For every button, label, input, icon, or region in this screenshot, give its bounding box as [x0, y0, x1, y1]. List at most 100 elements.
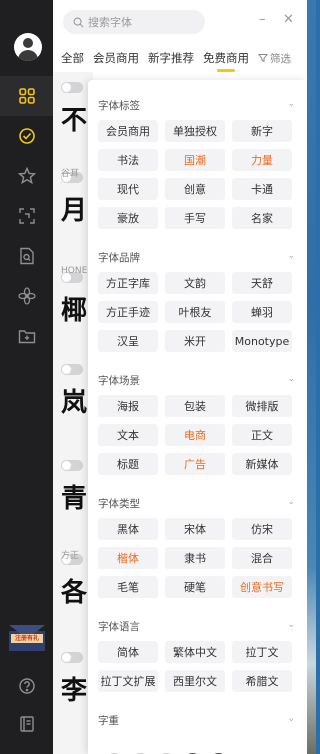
filter-chip[interactable]: 黑体 [98, 518, 158, 540]
filter-chip[interactable]: 包装 [165, 395, 225, 417]
filter-chip[interactable]: 广告 [165, 453, 225, 475]
help-icon[interactable] [0, 666, 53, 706]
search-input[interactable]: 搜索字体 [63, 10, 205, 34]
filter-chip[interactable]: 简体 [98, 641, 158, 663]
filter-chip[interactable]: 文韵 [165, 272, 225, 294]
filter-chip[interactable]: 隶书 [165, 547, 225, 569]
filter-chip[interactable]: 标题 [98, 453, 158, 475]
filter-chip[interactable]: 宋体 [165, 518, 225, 540]
font-preview[interactable]: 不 [61, 100, 87, 137]
filter-chip[interactable]: 蝉羽 [232, 301, 292, 323]
font-app-window: 注册有礼 搜索字体 – ✕ 全部 会员商用 新字推荐 免费商用 筛选 不 谷耳 … [0, 0, 307, 754]
filter-chip[interactable]: 硬笔 [165, 576, 225, 598]
filter-chip[interactable]: 豪放 [98, 207, 158, 229]
section-title: 字体品牌 [98, 252, 140, 264]
register-gift-promo[interactable]: 注册有礼 [9, 625, 45, 653]
filter-chip[interactable]: 新字 [232, 120, 292, 142]
section-title: 字体类型 [98, 498, 140, 510]
filter-icon [258, 54, 268, 63]
scan-icon[interactable] [0, 196, 53, 236]
star-icon[interactable] [0, 156, 53, 196]
chevron-down-icon[interactable]: ⌄ [287, 99, 295, 109]
section-title: 字体语言 [98, 621, 140, 633]
tab-member-commercial[interactable]: 会员商用 [93, 44, 139, 72]
filter-chip[interactable]: 叶根友 [165, 301, 225, 323]
filter-label: 筛选 [270, 52, 291, 65]
filter-chip[interactable]: 楷体 [98, 547, 158, 569]
font-toggle[interactable] [61, 460, 83, 471]
promo-tag: 注册有礼 [11, 634, 43, 643]
filter-chip[interactable]: 正文 [232, 424, 292, 446]
filter-chip[interactable]: 仿宋 [232, 518, 292, 540]
filter-chip[interactable]: 拉丁文 [232, 641, 292, 663]
settings-flower-icon[interactable] [0, 276, 53, 316]
file-search-icon[interactable] [0, 236, 53, 276]
chevron-down-icon[interactable]: ⌄ [287, 714, 295, 724]
filter-chip[interactable]: 创意 [165, 178, 225, 200]
filter-chip[interactable]: 天舒 [232, 272, 292, 294]
clock-check-icon[interactable] [0, 116, 53, 156]
filter-chip[interactable]: 单独授权 [165, 120, 225, 142]
avatar[interactable] [14, 33, 42, 61]
filter-chip[interactable]: 方正字库 [98, 272, 158, 294]
filter-chip[interactable]: 方正手迹 [98, 301, 158, 323]
filter-chip[interactable]: 电商 [165, 424, 225, 446]
filter-chip[interactable]: 汉呈 [98, 330, 158, 352]
font-toggle[interactable] [61, 364, 83, 375]
filter-chip[interactable]: 力量 [232, 149, 292, 171]
font-toggle[interactable] [61, 652, 83, 663]
font-preview[interactable]: 月 [61, 190, 87, 227]
font-preview[interactable]: 岚 [61, 382, 87, 419]
top-bar: 搜索字体 – ✕ [53, 0, 307, 40]
font-preview[interactable]: 各 [61, 572, 87, 609]
sidebar: 注册有礼 [0, 0, 53, 754]
chevron-down-icon[interactable]: ⌄ [287, 374, 295, 384]
filter-chip[interactable]: 希腊文 [232, 670, 292, 692]
filter-chip[interactable]: 会员商用 [98, 120, 158, 142]
filter-chip[interactable]: 混合 [232, 547, 292, 569]
minimize-button[interactable]: – [259, 12, 266, 27]
book-icon[interactable] [0, 704, 53, 744]
filter-chip[interactable]: Monotype [232, 330, 292, 352]
close-button[interactable]: ✕ [283, 12, 294, 27]
filter-chip[interactable]: 名家 [232, 207, 292, 229]
font-preview[interactable]: 青 [61, 478, 87, 515]
chevron-down-icon[interactable]: ⌄ [287, 251, 295, 261]
filter-panel: 字体标签 ⌄ 会员商用 单独授权 新字书法 国潮 力量现代 创意 卡通豪放 手写 名家字体品牌 ⌄ 方正… [88, 80, 307, 754]
font-label: 谷耳 [61, 169, 80, 179]
filter-chip[interactable]: 毛笔 [98, 576, 158, 598]
filter-chip[interactable]: 国潮 [165, 149, 225, 171]
font-toggle[interactable] [61, 82, 83, 93]
filter-chip[interactable]: 繁体中文 [165, 641, 225, 663]
filter-chip[interactable]: 卡通 [232, 178, 292, 200]
filter-chip[interactable]: 书法 [98, 149, 158, 171]
filter-chip[interactable]: 新媒体 [232, 453, 292, 475]
search-placeholder: 搜索字体 [88, 16, 132, 29]
filter-chip[interactable]: 手写 [165, 207, 225, 229]
chevron-down-icon[interactable]: ⌄ [287, 620, 295, 630]
folder-plus-icon[interactable] [0, 316, 53, 356]
font-preview[interactable]: 李 [61, 670, 87, 707]
filter-chip[interactable]: 创意书写 [232, 576, 292, 598]
tab-new-recommend[interactable]: 新字推荐 [148, 44, 194, 72]
filter-chip[interactable]: 现代 [98, 178, 158, 200]
font-list: 不谷耳月 HONE 椰岚青方正各李 [53, 72, 93, 754]
search-icon [73, 17, 84, 27]
filter-chip[interactable]: 文本 [98, 424, 158, 446]
section-title: 字体场景 [98, 375, 140, 387]
tab-free-commercial[interactable]: 免费商用 [203, 44, 249, 72]
filter-chip[interactable]: 海报 [98, 395, 158, 417]
font-label: 方正 [61, 551, 80, 561]
chevron-down-icon[interactable]: ⌄ [287, 497, 295, 507]
filter-chip[interactable]: 拉丁文扩展 [98, 670, 158, 692]
font-label: HONE [61, 266, 88, 276]
grid-icon[interactable] [0, 76, 53, 116]
filter-chip[interactable]: 微排版 [232, 395, 292, 417]
filter-button[interactable]: 筛选 [258, 51, 291, 66]
filter-chip[interactable]: 米开 [165, 330, 225, 352]
filter-chip[interactable]: 西里尔文 [165, 670, 225, 692]
section-title: 字重 [98, 715, 119, 727]
font-preview[interactable]: 椰 [61, 290, 87, 327]
tab-all[interactable]: 全部 [61, 44, 84, 72]
section-title: 字体标签 [98, 100, 140, 112]
